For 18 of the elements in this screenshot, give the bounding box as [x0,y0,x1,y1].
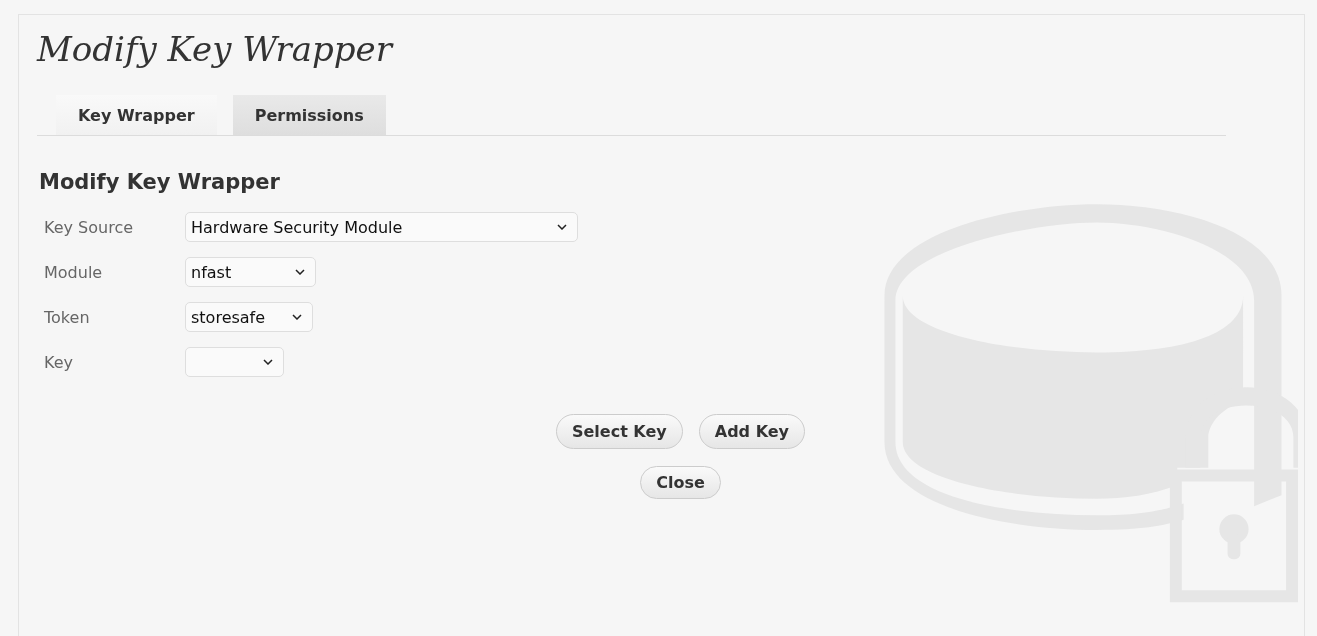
page-title: Modify Key Wrapper [37,28,395,71]
action-button[interactable]: Select Key [555,414,683,449]
dropdown[interactable]: nfast [185,257,316,287]
chevron-icon [295,269,305,275]
chevron-icon [557,224,567,230]
dropdown[interactable]: storesafe [185,302,313,332]
section-heading: Modify Key Wrapper [39,170,281,194]
field-label: Key Source [44,217,135,237]
field-label: Module [44,262,104,282]
dropdown[interactable] [185,347,284,377]
chevron-icon [263,359,273,365]
field-label: Token [44,307,91,327]
close-button[interactable]: Close [640,466,721,499]
tab[interactable]: Permissions [232,95,386,135]
dropdown[interactable]: Hardware Security Module [185,212,578,242]
field-label: Key [44,352,74,372]
action-button[interactable]: Add Key [698,414,806,449]
chevron-icon [292,314,302,320]
